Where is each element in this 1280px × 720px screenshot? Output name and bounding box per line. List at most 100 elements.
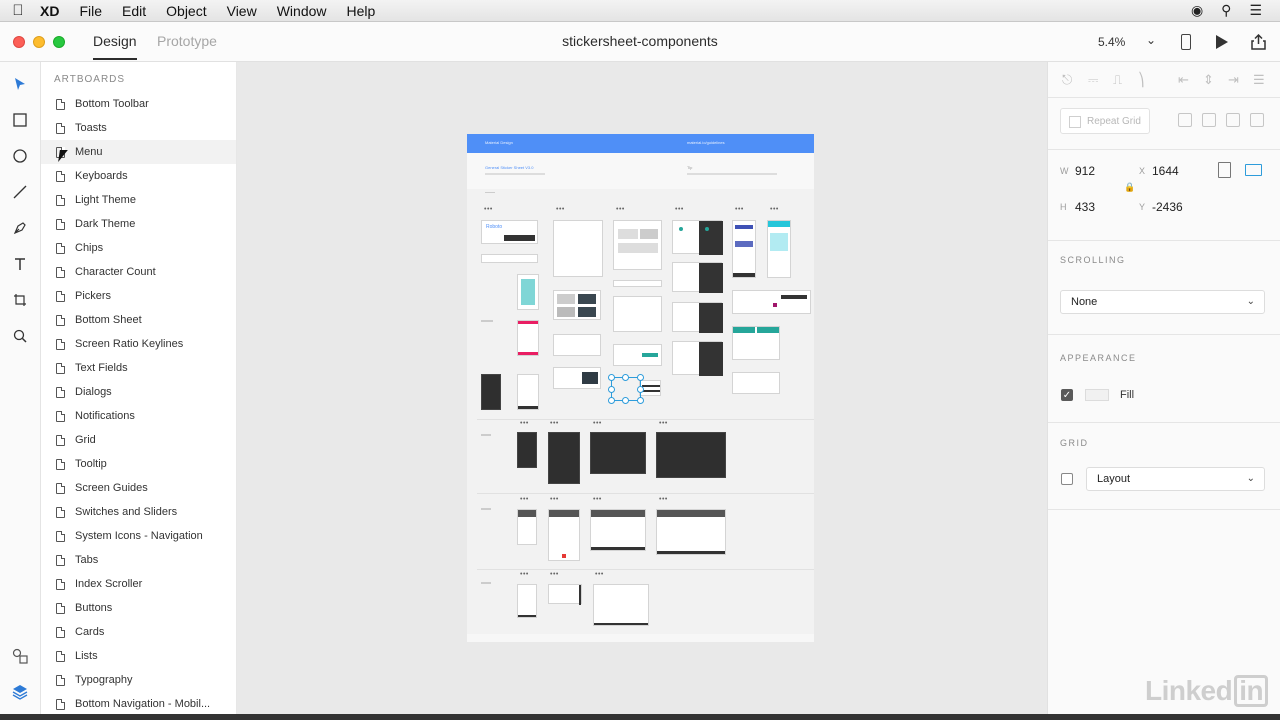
artboard-list-item[interactable]: Switches and Sliders <box>41 500 236 524</box>
creative-cloud-icon[interactable]: ◉ <box>1191 2 1203 19</box>
artboard-thumbnail[interactable] <box>672 302 723 333</box>
menu-help[interactable]: Help <box>337 3 386 19</box>
width-field[interactable]: 912 <box>1075 164 1095 178</box>
artboard-thumbnail[interactable] <box>517 432 537 468</box>
artboard-list-item[interactable]: Keyboards <box>41 164 236 188</box>
artboard-thumbnail[interactable] <box>672 262 723 293</box>
device-preview-icon[interactable] <box>1181 34 1191 50</box>
align-middle-icon[interactable]: ⎓ <box>1088 73 1100 86</box>
artboard-thumbnail[interactable] <box>517 320 539 356</box>
artboard-thumbnail[interactable] <box>553 334 601 356</box>
notification-center-icon[interactable]: ☰ <box>1249 2 1262 19</box>
artboard-list-item[interactable]: Bottom Navigation - Mobil... <box>41 692 236 714</box>
fill-color-swatch[interactable] <box>1085 389 1109 401</box>
boolean-intersect-icon[interactable] <box>1226 113 1240 127</box>
pen-tool-icon[interactable] <box>10 218 30 238</box>
menu-edit[interactable]: Edit <box>112 3 156 19</box>
artboard-thumbnail[interactable] <box>672 341 723 376</box>
ellipse-tool-icon[interactable] <box>10 146 30 166</box>
artboard-thumbnail[interactable] <box>548 509 580 561</box>
artboard-thumbnail[interactable]: Roboto <box>481 220 538 244</box>
height-field[interactable]: 433 <box>1075 200 1095 214</box>
artboard-thumbnail[interactable] <box>656 432 726 478</box>
minimize-window-button[interactable] <box>33 36 45 48</box>
resize-handle[interactable] <box>622 374 629 381</box>
artboard-list-item[interactable]: Screen Ratio Keylines <box>41 332 236 356</box>
boolean-add-icon[interactable] <box>1178 113 1192 127</box>
grid-type-dropdown[interactable]: Layout ⌄ <box>1086 467 1265 491</box>
align-left-icon[interactable]: ⇤ <box>1178 73 1190 86</box>
artboard-list-item[interactable]: Tooltip <box>41 452 236 476</box>
artboard-list-item[interactable]: Bottom Toolbar <box>41 92 236 116</box>
share-icon[interactable] <box>1250 34 1267 50</box>
artboard-list-item[interactable]: Buttons <box>41 596 236 620</box>
lock-aspect-icon[interactable]: 🔒 <box>1124 182 1135 193</box>
artboard-list-item[interactable]: Dark Theme <box>41 212 236 236</box>
artboard-list-item[interactable]: Light Theme <box>41 188 236 212</box>
artboard-thumbnail[interactable] <box>593 584 649 626</box>
assets-icon[interactable] <box>10 646 30 666</box>
menu-window[interactable]: Window <box>267 3 337 19</box>
artboard-thumbnail[interactable] <box>517 584 537 618</box>
resize-handle[interactable] <box>637 397 644 404</box>
resize-handle[interactable] <box>608 386 615 393</box>
boolean-subtract-icon[interactable] <box>1202 113 1216 127</box>
x-field[interactable]: 1644 <box>1152 164 1179 178</box>
repeat-grid-button[interactable]: Repeat Grid <box>1060 108 1150 134</box>
artboard-list-item[interactable]: Index Scroller <box>41 572 236 596</box>
artboard-list-item[interactable]: Pickers <box>41 284 236 308</box>
artboard-list-item[interactable]: Screen Guides <box>41 476 236 500</box>
artboard-thumbnail[interactable] <box>590 432 646 474</box>
menu-app[interactable]: XD <box>36 3 69 19</box>
artboard-thumbnail[interactable] <box>613 280 662 287</box>
resize-handle[interactable] <box>637 386 644 393</box>
artboard-thumbnail[interactable] <box>553 367 601 389</box>
zoom-tool-icon[interactable] <box>10 326 30 346</box>
artboard-list-item[interactable]: Tabs <box>41 548 236 572</box>
artboard-list-item[interactable]: Grid <box>41 428 236 452</box>
artboard-list-item[interactable]: Chips <box>41 236 236 260</box>
fill-checkbox[interactable]: ✓ <box>1061 389 1073 401</box>
distribute-vertical-icon[interactable]: ⎞ <box>1138 73 1150 86</box>
layers-icon[interactable] <box>10 682 30 702</box>
artboard-thumbnail[interactable] <box>553 220 603 277</box>
artboard-thumbnail[interactable] <box>613 220 662 270</box>
artboard-thumbnail[interactable] <box>656 509 726 555</box>
spotlight-search-icon[interactable]: ⚲ <box>1221 2 1231 19</box>
artboard-list-item[interactable]: Menu <box>41 140 236 164</box>
artboard-list-item[interactable]: Toasts <box>41 116 236 140</box>
boolean-exclude-icon[interactable] <box>1250 113 1264 127</box>
artboard-thumbnail[interactable] <box>548 432 580 484</box>
line-tool-icon[interactable] <box>10 182 30 202</box>
artboard-thumbnail[interactable] <box>517 274 539 310</box>
artboard-list-item[interactable]: Notifications <box>41 404 236 428</box>
artboard-thumbnail[interactable] <box>481 374 501 410</box>
menu-object[interactable]: Object <box>156 3 216 19</box>
apple-icon[interactable]:  <box>0 2 36 19</box>
align-top-icon[interactable]: ⎋ <box>1062 73 1074 86</box>
zoom-level[interactable]: 5.4% <box>1098 35 1125 49</box>
artboard-thumbnail[interactable] <box>517 374 539 410</box>
artboard-thumbnail[interactable] <box>732 290 811 314</box>
artboard-list-item[interactable]: Character Count <box>41 260 236 284</box>
tab-prototype[interactable]: Prototype <box>157 33 217 49</box>
resize-handle[interactable] <box>622 397 629 404</box>
rectangle-tool-icon[interactable] <box>10 110 30 130</box>
landscape-orientation-icon[interactable] <box>1245 164 1262 176</box>
artboard-list-item[interactable]: System Icons - Navigation <box>41 524 236 548</box>
play-preview-icon[interactable] <box>1216 35 1228 49</box>
artboard-thumbnail[interactable] <box>517 509 537 545</box>
artboard-thumbnail[interactable] <box>553 290 601 320</box>
artboard-list-item[interactable]: Bottom Sheet <box>41 308 236 332</box>
artboard-thumbnail[interactable] <box>590 509 646 551</box>
design-canvas[interactable]: Material Design material.io/guidelines G… <box>237 62 1047 714</box>
menu-view[interactable]: View <box>217 3 267 19</box>
artboard-thumbnail[interactable] <box>767 220 791 278</box>
artboard-thumbnail[interactable] <box>732 220 756 278</box>
align-center-icon[interactable]: ⇕ <box>1203 73 1215 86</box>
tab-design[interactable]: Design <box>93 33 137 60</box>
resize-handle[interactable] <box>608 374 615 381</box>
align-right-icon[interactable]: ⇥ <box>1228 73 1240 86</box>
artboard-thumbnail[interactable] <box>613 296 662 332</box>
resize-handle[interactable] <box>608 397 615 404</box>
